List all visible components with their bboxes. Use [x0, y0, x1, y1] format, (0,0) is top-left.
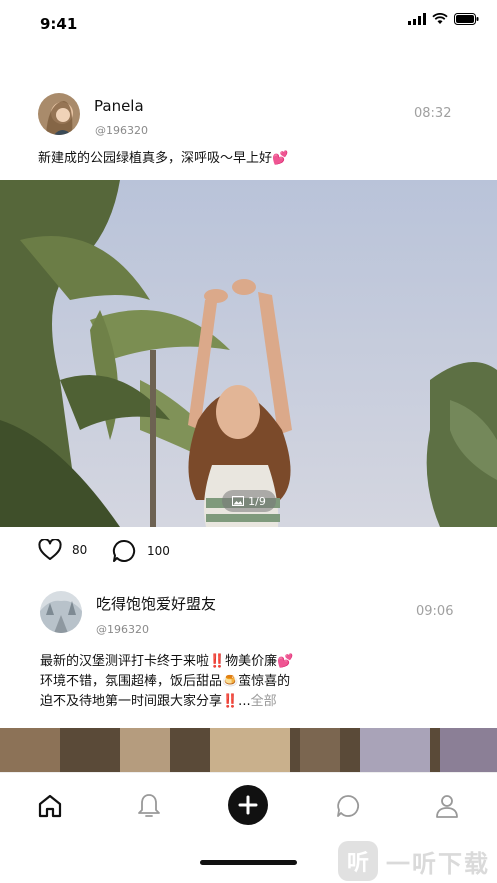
- post-photo[interactable]: [0, 728, 497, 772]
- post-photo[interactable]: 1/9: [0, 180, 497, 527]
- comment-count: 100: [147, 544, 170, 558]
- comment-icon: [112, 540, 136, 562]
- profile-icon: [436, 795, 458, 818]
- photo-counter: 1/9: [222, 490, 276, 512]
- user-id: @196320: [96, 623, 149, 636]
- post-time: 09:06: [416, 604, 454, 619]
- see-all-link[interactable]: 全部: [251, 694, 277, 709]
- post-card: Panela @196320 08:32 新建成的公园绿植真多，深呼吸～早上好💕: [0, 0, 497, 580]
- home-icon: [38, 794, 62, 818]
- post-text-line: 最新的汉堡测评打卡终于来啦‼️物美价廉💕: [40, 654, 294, 669]
- post-actions: 80 100: [0, 527, 497, 577]
- post-time: 08:32: [414, 106, 452, 121]
- watermark: 听 一听下载: [338, 840, 493, 882]
- bell-icon: [138, 794, 160, 817]
- tab-profile[interactable]: [430, 789, 464, 823]
- add-icon: [238, 795, 258, 815]
- username[interactable]: Panela: [94, 97, 144, 115]
- watermark-text: 一听下载: [386, 849, 490, 878]
- tab-messages[interactable]: [331, 789, 365, 823]
- watermark-logo: 听: [338, 841, 378, 881]
- avatar[interactable]: [38, 93, 80, 135]
- heart-icon: [38, 539, 62, 560]
- tab-notifications[interactable]: [132, 789, 166, 823]
- tab-home[interactable]: [33, 789, 67, 823]
- user-id: @196320: [95, 124, 148, 137]
- image-icon: [232, 496, 245, 506]
- tab-bar: [0, 772, 497, 838]
- comment-button[interactable]: 100: [112, 539, 170, 563]
- post-text: 最新的汉堡测评打卡终于来啦‼️物美价廉💕 环境不错，氛围超棒，饭后甜品🍮蛮惊喜的…: [40, 652, 293, 712]
- home-indicator: [200, 860, 297, 865]
- avatar[interactable]: [40, 591, 82, 633]
- post-text-line: 环境不错，氛围超棒，饭后甜品🍮蛮惊喜的: [40, 674, 291, 689]
- like-count: 80: [72, 543, 88, 557]
- post-card: 吃得饱饱爱好盟友 @196320 09:06 最新的汉堡测评打卡终于来啦‼️物美…: [0, 580, 497, 772]
- post-text-line: 迫不及待地第一时间跟大家分享‼️...全部: [40, 694, 277, 709]
- chat-icon: [337, 795, 360, 817]
- like-button[interactable]: 80: [38, 539, 87, 561]
- post-text: 新建成的公园绿植真多，深呼吸～早上好💕: [38, 151, 289, 166]
- photo-counter-text: 1/9: [248, 494, 266, 508]
- username[interactable]: 吃得饱饱爱好盟友: [96, 593, 216, 614]
- tab-add-button[interactable]: [228, 785, 268, 825]
